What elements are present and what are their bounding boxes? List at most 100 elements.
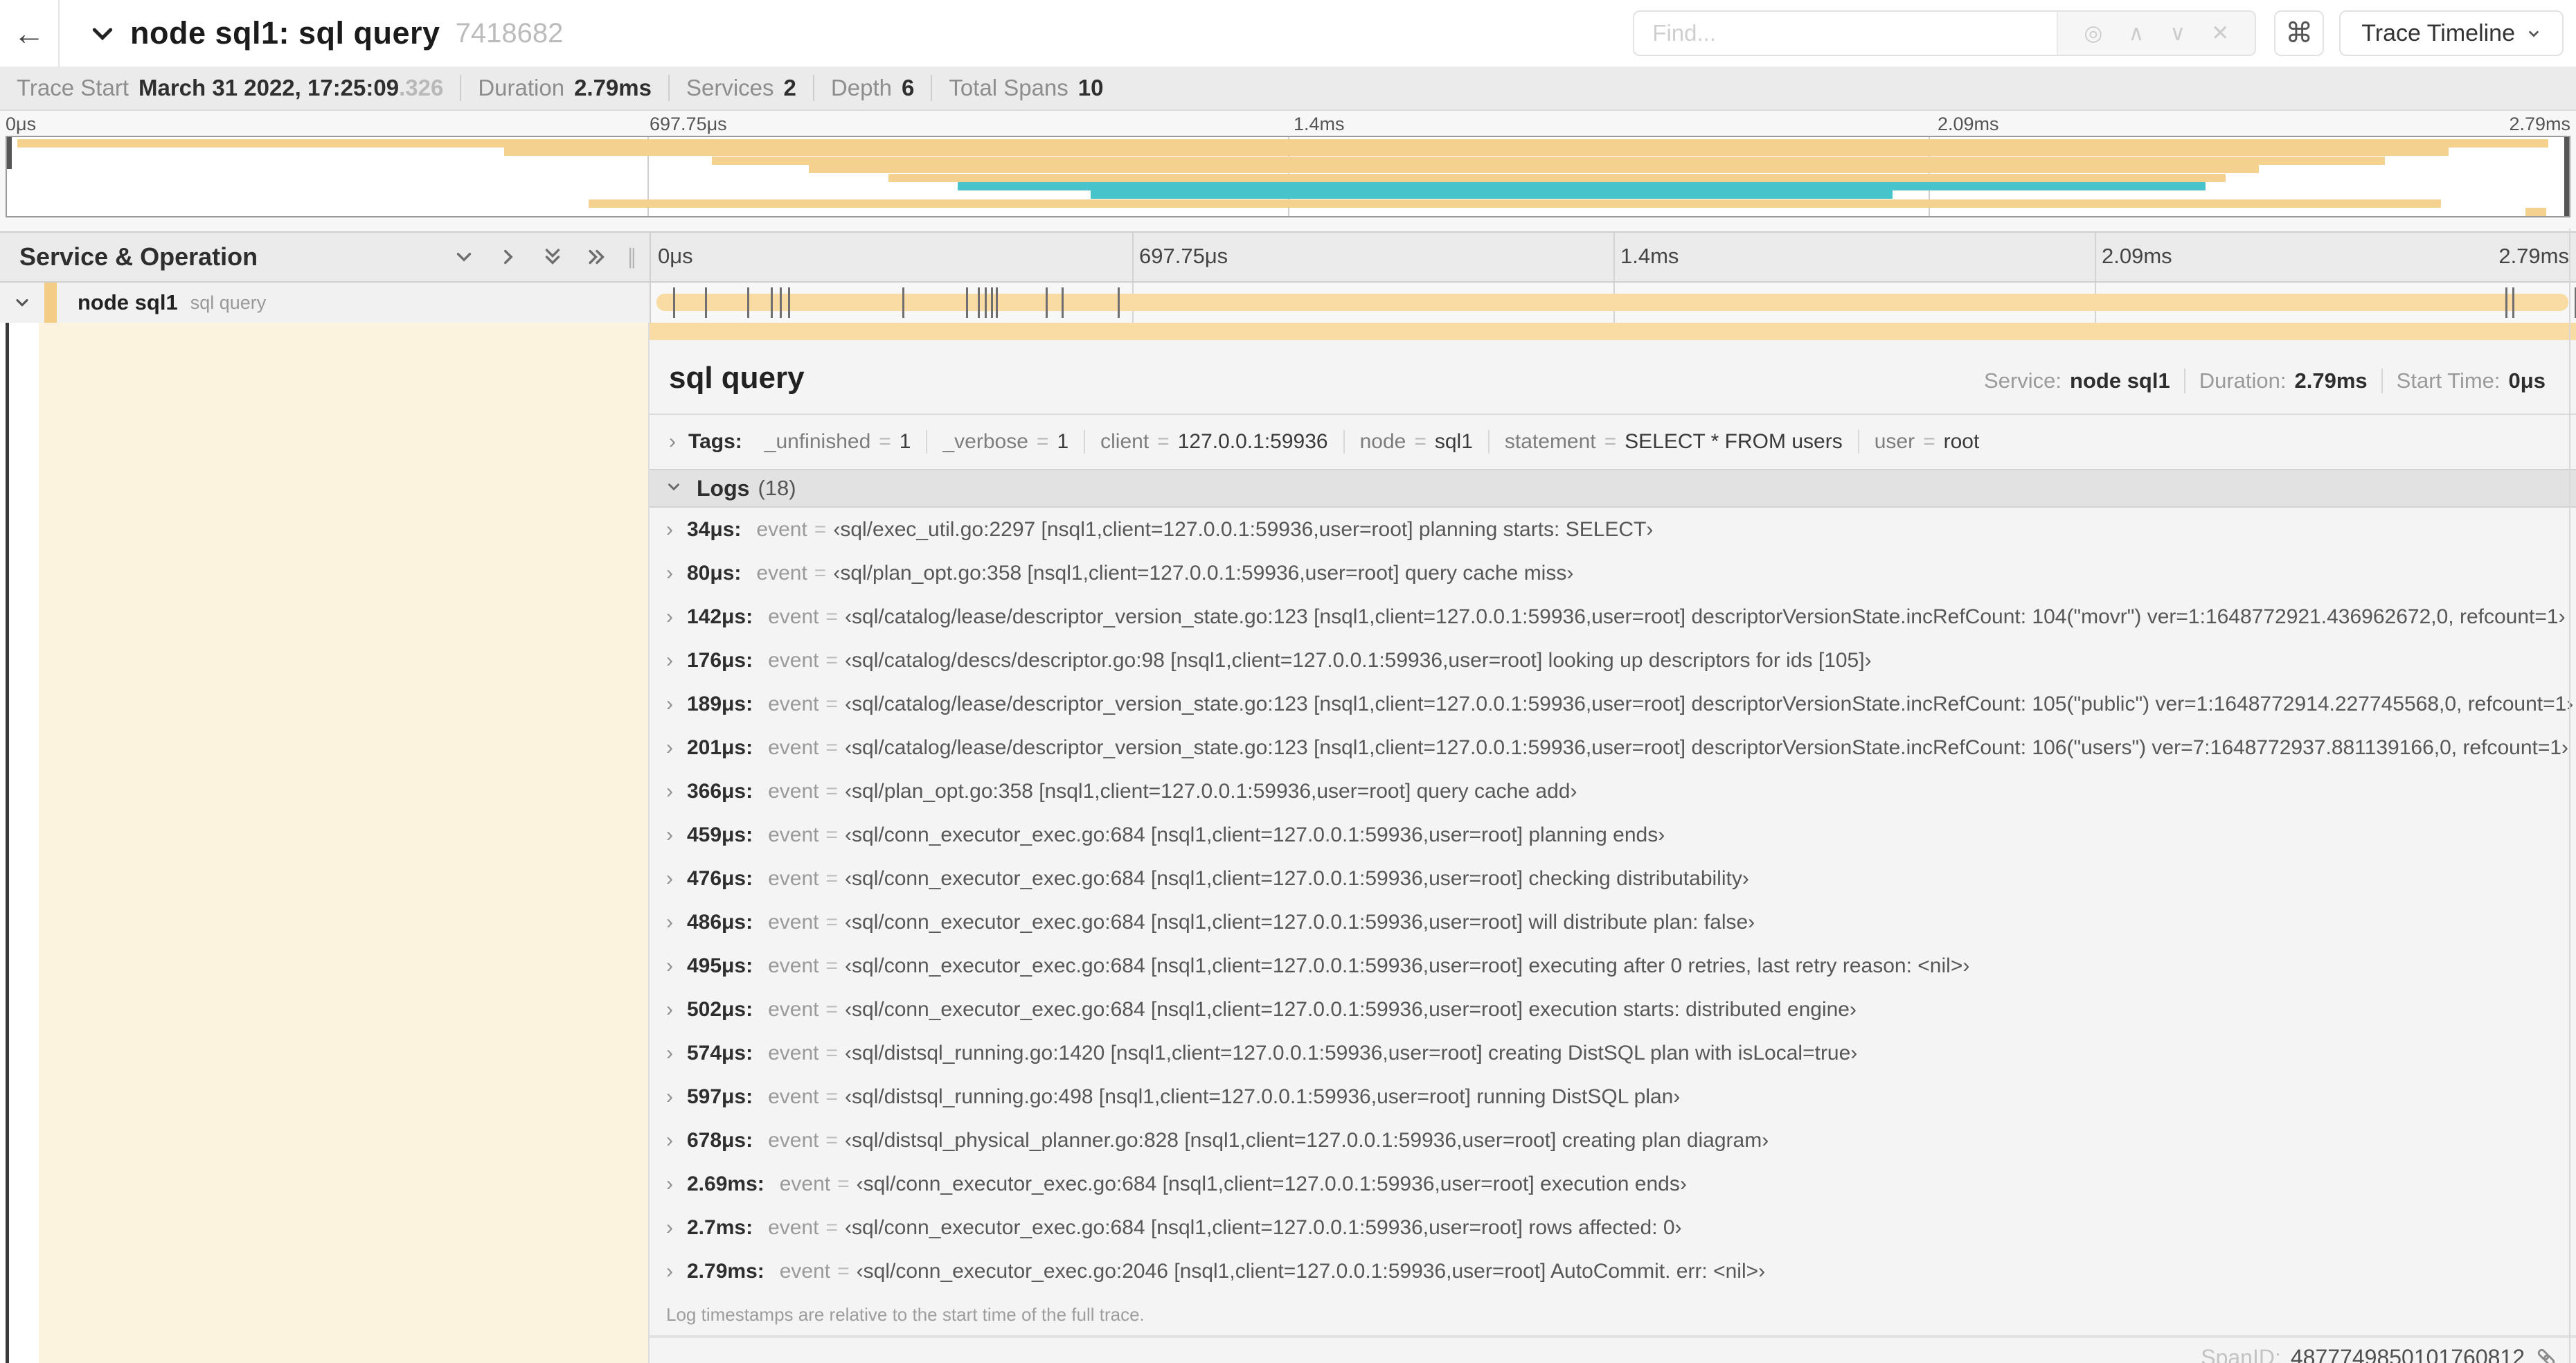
log-row[interactable]: › 176μs: event = ‹sql/catalog/descs/descript… bbox=[650, 639, 2576, 682]
locate-icon[interactable]: ◎ bbox=[2084, 21, 2102, 46]
clear-find-icon[interactable]: ✕ bbox=[2211, 21, 2229, 46]
log-row[interactable]: › 678μs: event = ‹sql/distsql_physical_plann… bbox=[650, 1119, 2576, 1162]
minimap-right-handle[interactable] bbox=[2564, 137, 2569, 216]
log-equals: = bbox=[837, 1259, 850, 1283]
log-row[interactable]: › 142μs: event = ‹sql/catalog/lease/descript… bbox=[650, 595, 2576, 639]
log-message: ‹sql/catalog/descs/descriptor.go:98 [nsq… bbox=[845, 648, 1872, 672]
chevron-right-icon: › bbox=[666, 866, 673, 890]
log-row[interactable]: › 189μs: event = ‹sql/catalog/lease/descript… bbox=[650, 682, 2576, 726]
minimap-span bbox=[588, 199, 2441, 208]
log-equals: = bbox=[825, 823, 839, 846]
collapse-one-icon[interactable] bbox=[452, 245, 476, 269]
meta-start-value: 0μs bbox=[2508, 368, 2546, 393]
minimap-left-handle[interactable] bbox=[7, 137, 12, 169]
minimap-canvas[interactable] bbox=[6, 136, 2570, 217]
trace-view-dropdown[interactable]: Trace Timeline bbox=[2339, 10, 2564, 56]
log-row[interactable]: › 502μs: event = ‹sql/conn_executor_exec.go:… bbox=[650, 988, 2576, 1031]
log-marker-tick[interactable] bbox=[771, 287, 773, 318]
collapse-all-icon[interactable] bbox=[541, 245, 564, 269]
log-marker-tick[interactable] bbox=[966, 287, 969, 318]
log-row[interactable]: › 34μs: event = ‹sql/exec_util.go:2297 [nsql… bbox=[650, 508, 2576, 551]
log-row[interactable]: › 2.7ms: event = ‹sql/conn_executor_exec.go:… bbox=[650, 1206, 2576, 1249]
column-resizer-handle[interactable]: ∥ bbox=[627, 245, 637, 269]
log-marker-tick[interactable] bbox=[2505, 287, 2508, 318]
log-marker-tick[interactable] bbox=[902, 287, 904, 318]
log-marker-tick[interactable] bbox=[1117, 287, 1120, 318]
log-equals: = bbox=[825, 1041, 839, 1064]
log-marker-tick[interactable] bbox=[978, 287, 981, 318]
log-event-key: event bbox=[768, 1128, 819, 1152]
minimap-span bbox=[2525, 208, 2546, 216]
span-detail-meta: Service: node sql1 Duration: 2.79ms Star… bbox=[1970, 368, 2559, 394]
collapse-trace-icon[interactable] bbox=[89, 19, 116, 47]
log-message: ‹sql/distsql_running.go:498 [nsql1,clien… bbox=[845, 1085, 1681, 1108]
span-row-name-cell[interactable]: node sql1 sql query bbox=[0, 283, 651, 323]
log-row[interactable]: › 80μs: event = ‹sql/plan_opt.go:358 [nsql1,… bbox=[650, 551, 2576, 595]
log-marker-tick[interactable] bbox=[996, 287, 999, 318]
log-row[interactable]: › 2.69ms: event = ‹sql/conn_executor_exec.go… bbox=[650, 1162, 2576, 1206]
trace-start-value: March 31 2022, 17:25:09 bbox=[138, 75, 400, 100]
tag-key: node bbox=[1359, 430, 1406, 454]
span-collapse-icon[interactable] bbox=[0, 293, 44, 312]
meta-duration-label: Duration: bbox=[2199, 368, 2287, 393]
copy-link-icon[interactable] bbox=[2534, 1346, 2558, 1363]
prev-match-icon[interactable]: ∧ bbox=[2129, 21, 2145, 46]
span-color-accent bbox=[44, 283, 57, 323]
log-marker-tick[interactable] bbox=[704, 287, 707, 318]
log-marker-tick[interactable] bbox=[2512, 287, 2515, 318]
log-row[interactable]: › 459μs: event = ‹sql/conn_executor_exec.go:… bbox=[650, 813, 2576, 857]
log-message: ‹sql/catalog/lease/descriptor_version_st… bbox=[845, 736, 2569, 759]
log-timestamp: 678μs: bbox=[687, 1128, 753, 1152]
log-event-key: event bbox=[768, 997, 819, 1021]
log-row[interactable]: › 495μs: event = ‹sql/conn_executor_exec.go:… bbox=[650, 944, 2576, 988]
expand-all-icon[interactable] bbox=[585, 245, 609, 269]
log-marker-tick[interactable] bbox=[780, 287, 782, 318]
span-service-name[interactable]: node sql1 bbox=[78, 290, 178, 315]
log-row[interactable]: › 366μs: event = ‹sql/plan_opt.go:358 [nsql1… bbox=[650, 769, 2576, 813]
log-timestamp: 2.79ms: bbox=[687, 1259, 764, 1283]
log-equals: = bbox=[825, 1215, 838, 1239]
back-button[interactable]: ← bbox=[0, 0, 60, 66]
log-row[interactable]: › 201μs: event = ‹sql/catalog/lease/descript… bbox=[650, 726, 2576, 769]
span-operation-name: sql query bbox=[190, 292, 267, 313]
log-marker-tick[interactable] bbox=[672, 287, 675, 318]
logs-count: (18) bbox=[758, 476, 796, 501]
log-row[interactable]: › 2.79ms: event = ‹sql/conn_executor_exec.go… bbox=[650, 1249, 2576, 1293]
tags-toggle-row[interactable]: › Tags: _unfinished = 1 _verbose = 1 client = 12… bbox=[650, 415, 2576, 469]
tags-list: _unfinished = 1 _verbose = 1 client = 127.0.0.1:… bbox=[749, 430, 1995, 454]
log-row[interactable]: › 597μs: event = ‹sql/distsql_running.go:498… bbox=[650, 1075, 2576, 1119]
expand-one-icon[interactable] bbox=[497, 245, 520, 269]
log-marker-tick[interactable] bbox=[1045, 287, 1048, 318]
find-group: ◎ ∧ ∨ ✕ bbox=[1633, 10, 2257, 56]
log-equals: = bbox=[825, 648, 839, 672]
chevron-right-icon: › bbox=[666, 954, 673, 977]
span-bar-cell[interactable] bbox=[651, 283, 2576, 323]
tag-key: statement bbox=[1504, 430, 1596, 454]
log-row[interactable]: › 476μs: event = ‹sql/conn_executor_exec.go:… bbox=[650, 857, 2576, 900]
log-marker-tick[interactable] bbox=[788, 287, 791, 318]
tag-value: 1 bbox=[1057, 430, 1069, 454]
log-row[interactable]: › 486μs: event = ‹sql/conn_executor_exec.go:… bbox=[650, 900, 2576, 944]
keyboard-shortcuts-button[interactable]: ⌘ bbox=[2274, 10, 2325, 56]
log-marker-tick[interactable] bbox=[991, 287, 994, 318]
log-marker-tick[interactable] bbox=[747, 287, 750, 318]
scrollbar-track[interactable] bbox=[2569, 229, 2576, 1363]
span-detail-header: sql query Service: node sql1 Duration: 2… bbox=[650, 340, 2576, 416]
log-equals: = bbox=[814, 561, 827, 585]
span-duration-bar[interactable] bbox=[656, 294, 2568, 311]
tag-equals: = bbox=[1923, 430, 1935, 454]
log-row[interactable]: › 574μs: event = ‹sql/distsql_running.go:142… bbox=[650, 1031, 2576, 1075]
tag-equals: = bbox=[1157, 430, 1170, 454]
chevron-right-icon: › bbox=[666, 692, 673, 715]
log-marker-tick[interactable] bbox=[985, 287, 987, 318]
find-icon-strip: ◎ ∧ ∨ ✕ bbox=[2057, 12, 2255, 55]
logs-toggle-header[interactable]: Logs (18) bbox=[650, 469, 2576, 508]
find-input[interactable] bbox=[1634, 12, 2057, 55]
next-match-icon[interactable]: ∨ bbox=[2170, 21, 2185, 46]
log-equals: = bbox=[825, 605, 839, 628]
log-timestamp: 476μs: bbox=[687, 866, 753, 890]
log-timestamp: 502μs: bbox=[687, 997, 753, 1021]
timeline-tick-label: 0μs bbox=[658, 244, 693, 268]
log-marker-tick[interactable] bbox=[1061, 287, 1064, 318]
depth-item: Depth 6 bbox=[812, 75, 931, 101]
